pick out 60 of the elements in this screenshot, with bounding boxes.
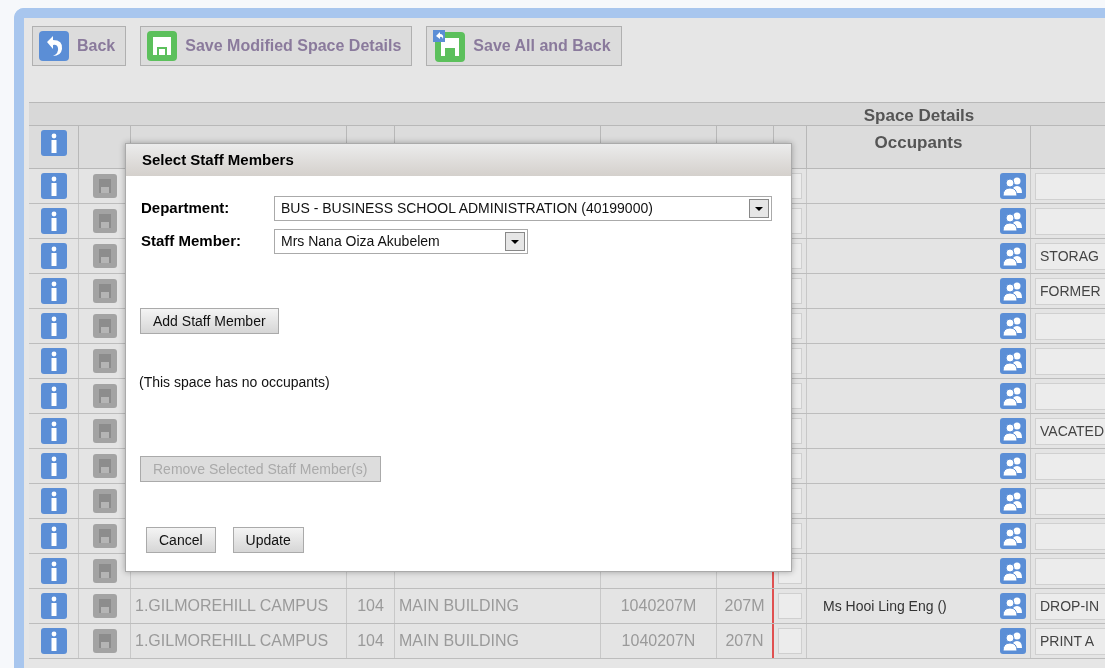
people-icon[interactable] [1000, 523, 1026, 549]
dialog-button[interactable]: Update [232, 527, 304, 553]
building-name-cell-text: MAIN BUILDING [399, 596, 519, 616]
notes-field[interactable]: VACATED [1035, 417, 1105, 445]
room-cell-text: 207M [724, 596, 765, 616]
dialog-button[interactable]: Cancel [146, 527, 216, 553]
info-icon[interactable] [40, 243, 67, 269]
info-icon[interactable] [40, 558, 67, 584]
room-code-cell-text: 1040207N [621, 631, 696, 651]
occupant-name: Ms Hooi Ling Eng () [823, 596, 947, 616]
room-code-cell-text: 1040207M [620, 596, 697, 616]
info-icon[interactable] [40, 313, 67, 339]
building-number-cell-text: 104 [357, 631, 384, 651]
people-icon[interactable] [1000, 593, 1026, 619]
dropdown[interactable]: BUS - BUSINESS SCHOOL ADMINISTRATION (40199000) [274, 196, 772, 221]
building-number-cell-text: 104 [357, 596, 384, 616]
people-icon[interactable] [1000, 173, 1026, 199]
people-icon[interactable] [1000, 348, 1026, 374]
dropdown[interactable]: Mrs Nana Oiza Akubelem [274, 229, 528, 254]
info-icon[interactable] [40, 418, 67, 444]
room-cell-text: 207N [725, 631, 764, 651]
info-icon[interactable] [40, 278, 67, 304]
notes-field[interactable]: DROP-IN [1035, 592, 1105, 620]
field-label: Department: [141, 198, 231, 219]
text-field[interactable] [778, 628, 802, 654]
info-icon[interactable] [40, 453, 67, 479]
building-name-cell-text: MAIN BUILDING [399, 631, 519, 651]
caret-icon [749, 199, 769, 218]
add-staff-button[interactable]: Add Staff Member [140, 308, 279, 334]
no-occupants-message: (This space has no occupants) [139, 374, 330, 390]
info-icon[interactable] [40, 208, 67, 234]
info-icon[interactable] [40, 593, 67, 619]
people-icon[interactable] [1000, 383, 1026, 409]
people-icon[interactable] [1000, 278, 1026, 304]
people-icon[interactable] [1000, 488, 1026, 514]
info-icon[interactable] [40, 488, 67, 514]
info-icon[interactable] [40, 173, 67, 199]
info-icon[interactable] [40, 130, 67, 156]
people-icon[interactable] [1000, 558, 1026, 584]
caret-icon [505, 232, 525, 251]
people-icon[interactable] [1000, 628, 1026, 654]
dialog-title: Select Staff Members [142, 149, 294, 170]
info-icon[interactable] [40, 628, 67, 654]
notes-field[interactable]: STORAG [1035, 242, 1105, 270]
people-icon[interactable] [1000, 208, 1026, 234]
column-header: Occupants [874, 133, 963, 152]
notes-field[interactable]: FORMER [1035, 277, 1105, 305]
info-icon[interactable] [40, 383, 67, 409]
people-icon[interactable] [1000, 418, 1026, 444]
group-header: Space Details [863, 105, 975, 125]
site-name-cell-text: 1.GILMOREHILL CAMPUS [135, 596, 329, 616]
text-field[interactable] [778, 593, 802, 619]
info-icon[interactable] [40, 523, 67, 549]
notes-field[interactable]: PRINT A [1035, 627, 1105, 655]
people-icon[interactable] [1000, 453, 1026, 479]
people-icon[interactable] [1000, 243, 1026, 269]
info-icon[interactable] [40, 348, 67, 374]
field-label: Staff Member: [141, 231, 242, 252]
people-icon[interactable] [1000, 313, 1026, 339]
site-name-cell-text: 1.GILMOREHILL CAMPUS [135, 631, 329, 651]
